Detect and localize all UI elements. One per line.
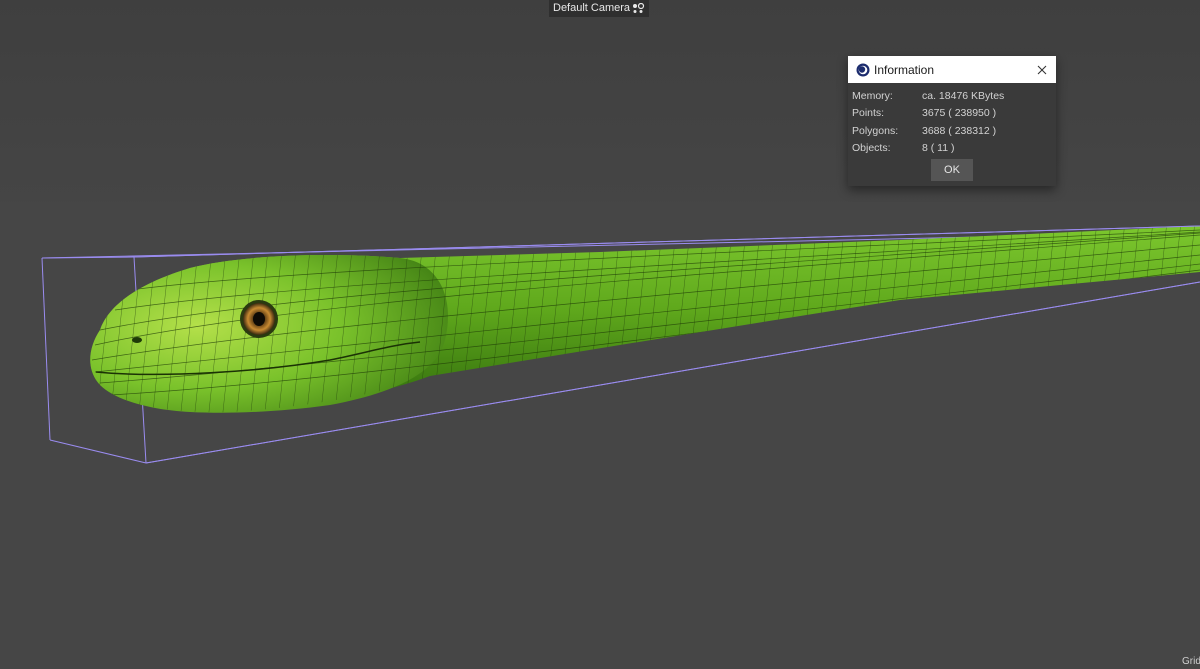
dialog-titlebar[interactable]: Information [848, 56, 1056, 83]
camera-label-text: Default Camera [553, 2, 631, 14]
grid-label: Grid [1182, 656, 1200, 667]
camera-label[interactable]: Default Camera [549, 0, 650, 17]
ok-button[interactable]: OK [931, 159, 973, 181]
3d-viewport[interactable]: Default Camera Grid Information Memory: … [0, 0, 1200, 669]
info-row-objects: Objects: 8 ( 11 ) [852, 140, 1056, 158]
dialog-title: Information [874, 62, 935, 77]
info-label: Memory: [852, 89, 893, 102]
cinema4d-icon [856, 63, 870, 77]
info-row-points: Points: 3675 ( 238950 ) [852, 105, 1056, 123]
info-label: Polygons: [852, 124, 899, 137]
information-dialog: Information Memory: ca. 18476 KBytes Poi… [848, 56, 1056, 186]
info-value: ca. 18476 KBytes [922, 89, 1005, 102]
info-label: Points: [852, 107, 885, 120]
camera-icon[interactable] [632, 3, 645, 14]
info-label: Objects: [852, 142, 891, 155]
info-row-polygons: Polygons: 3688 ( 238312 ) [852, 122, 1056, 140]
close-icon[interactable] [1034, 62, 1050, 78]
info-value: 3675 ( 238950 ) [922, 107, 997, 120]
info-value: 3688 ( 238312 ) [922, 124, 997, 137]
info-value: 8 ( 11 ) [922, 142, 955, 155]
dialog-body: Memory: ca. 18476 KBytes Points: 3675 ( … [848, 83, 1056, 157]
info-row-memory: Memory: ca. 18476 KBytes [852, 87, 1056, 105]
